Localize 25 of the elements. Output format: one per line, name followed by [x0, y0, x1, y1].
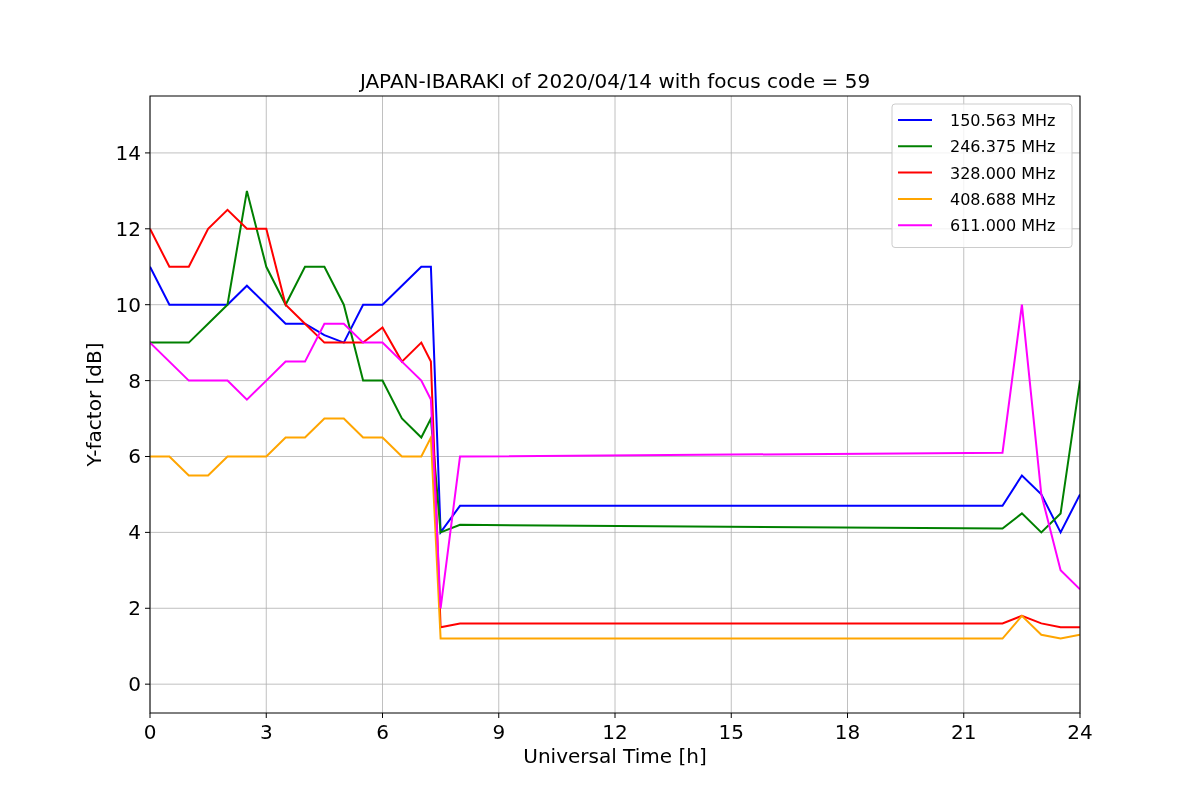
x-tick-label: 21	[951, 720, 977, 744]
legend-label: 611.000 MHz	[950, 216, 1056, 236]
x-tick-label: 15	[718, 720, 744, 744]
y-axis-label: Y-factor [dB]	[82, 342, 106, 467]
x-axis-label: Universal Time [h]	[523, 744, 707, 768]
x-tick-label: 3	[259, 720, 273, 744]
y-tick-label: 2	[128, 596, 141, 621]
chart-title: JAPAN-IBARAKI of 2020/04/14 with focus code = 59	[359, 69, 871, 93]
y-tick-label: 6	[128, 444, 141, 469]
x-tick-label: 12	[602, 720, 628, 744]
y-tick-label: 12	[115, 216, 141, 241]
y-tick-label: 14	[115, 140, 141, 165]
x-tick-label: 9	[492, 720, 506, 744]
y-tick-label: 8	[128, 368, 141, 393]
y-tick-label: 4	[128, 520, 141, 545]
legend-label: 150.563 MHz	[950, 111, 1056, 130]
x-tick-label: 6	[376, 720, 389, 744]
x-tick-label: 18	[834, 720, 861, 744]
x-tick-label: 24	[1067, 720, 1093, 744]
y-tick-label: 0	[128, 672, 141, 697]
legend-label: 246.375 MHz	[950, 137, 1056, 157]
legend-label: 328.000 MHz	[950, 163, 1056, 183]
x-tick-label: 0	[143, 720, 157, 744]
legend-label: 408.688 MHz	[950, 189, 1056, 209]
y-tick-label: 10	[115, 292, 141, 317]
